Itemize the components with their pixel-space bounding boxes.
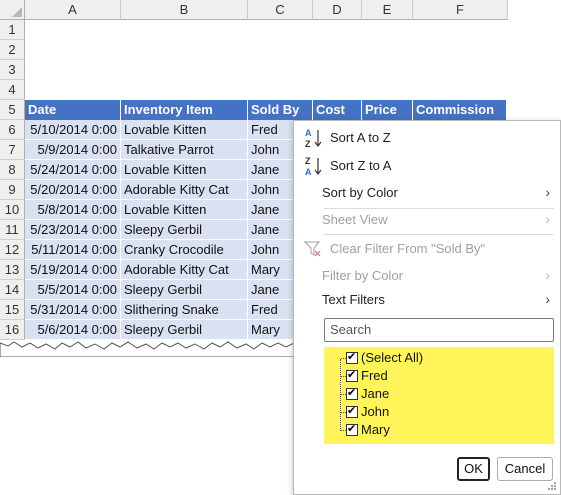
filter-by-color-label: Filter by Color xyxy=(322,268,403,283)
table-cell[interactable]: 5/20/2014 0:00 xyxy=(25,180,121,200)
tree-line xyxy=(340,359,341,431)
filter-item-label[interactable]: Mary xyxy=(361,422,390,437)
table-header-cell[interactable]: Commission xyxy=(413,100,507,120)
filter-item-label[interactable]: (Select All) xyxy=(361,350,423,365)
filter-item-label[interactable]: John xyxy=(361,404,389,419)
table-cell[interactable]: Adorable Kitty Cat xyxy=(121,180,248,200)
column-header[interactable]: C xyxy=(248,0,313,20)
column-header[interactable]: D xyxy=(313,0,362,20)
table-cell[interactable]: 5/8/2014 0:00 xyxy=(25,200,121,220)
column-header[interactable]: B xyxy=(121,0,248,20)
column-header[interactable]: F xyxy=(413,0,508,20)
table-cell[interactable]: 5/19/2014 0:00 xyxy=(25,260,121,280)
row-header[interactable]: 15 xyxy=(0,300,25,320)
table-header-cell[interactable]: Date xyxy=(25,100,121,120)
sheet-view-label: Sheet View xyxy=(322,212,388,227)
table-cell[interactable]: 5/11/2014 0:00 xyxy=(25,240,121,260)
checkbox-checked-icon[interactable] xyxy=(346,350,358,364)
table-cell[interactable]: 5/10/2014 0:00 xyxy=(25,120,121,140)
table-header-cell[interactable]: Sold By xyxy=(248,100,313,120)
table-cell[interactable]: Adorable Kitty Cat xyxy=(121,260,248,280)
column-header[interactable]: E xyxy=(362,0,413,20)
checkbox-checked-icon[interactable] xyxy=(346,368,358,382)
row-header[interactable]: 12 xyxy=(0,240,25,260)
menu-separator xyxy=(324,234,554,235)
sort-a-to-z-label: Sort A to Z xyxy=(330,130,391,145)
filter-item-label[interactable]: Jane xyxy=(361,386,389,401)
row-header[interactable]: 6 xyxy=(0,120,25,140)
table-cell[interactable]: Lovable Kitten xyxy=(121,200,248,220)
text-filters-label: Text Filters xyxy=(322,292,385,307)
svg-text:A: A xyxy=(305,167,312,177)
table-header-cell[interactable]: Inventory Item xyxy=(121,100,248,120)
resize-grip-icon[interactable] xyxy=(547,481,557,491)
row-header[interactable]: 14 xyxy=(0,280,25,300)
row-header[interactable]: 10 xyxy=(0,200,25,220)
clear-filter-item: Clear Filter From "Sold By" xyxy=(294,236,560,262)
row-header[interactable]: 8 xyxy=(0,160,25,180)
sort-z-to-a-icon: ZA xyxy=(304,155,324,177)
table-cell[interactable]: 5/9/2014 0:00 xyxy=(25,140,121,160)
search-input[interactable]: Search xyxy=(324,318,554,342)
sort-by-color-label: Sort by Color xyxy=(322,185,398,200)
table-header-cell[interactable]: Cost xyxy=(313,100,362,120)
cancel-button[interactable]: Cancel xyxy=(497,457,553,481)
row-header[interactable]: 7 xyxy=(0,140,25,160)
table-cell[interactable]: 5/23/2014 0:00 xyxy=(25,220,121,240)
svg-text:Z: Z xyxy=(305,139,311,149)
filter-values-list: (Select All) Fred Jane John Mary xyxy=(324,347,554,444)
table-cell[interactable]: 5/24/2014 0:00 xyxy=(25,160,121,180)
table-cell[interactable]: 5/5/2014 0:00 xyxy=(25,280,121,300)
filter-dropdown-menu: AZ Sort A to Z ZA Sort Z to A Sort by Co… xyxy=(293,120,561,495)
checkbox-checked-icon[interactable] xyxy=(346,404,358,418)
chevron-right-icon: › xyxy=(545,184,550,200)
table-cell[interactable]: Sleepy Gerbil xyxy=(121,280,248,300)
sort-a-to-z-icon: AZ xyxy=(304,127,324,149)
checkbox-checked-icon[interactable] xyxy=(346,422,358,436)
column-header[interactable]: A xyxy=(25,0,121,20)
row-header[interactable]: 4 xyxy=(0,80,25,100)
row-header[interactable]: 11 xyxy=(0,220,25,240)
torn-edge xyxy=(0,341,300,357)
svg-text:Z: Z xyxy=(305,156,311,166)
sheet-view-item: Sheet View › xyxy=(294,207,560,233)
table-cell[interactable]: Lovable Kitten xyxy=(121,120,248,140)
clear-filter-icon xyxy=(303,240,322,261)
row-header[interactable]: 3 xyxy=(0,60,25,80)
sort-by-color-item[interactable]: Sort by Color › xyxy=(294,180,560,206)
table-cell[interactable]: Slithering Snake xyxy=(121,300,248,320)
filter-item-label[interactable]: Fred xyxy=(361,368,388,383)
row-header[interactable]: 5 xyxy=(0,100,25,120)
ok-button[interactable]: OK xyxy=(457,457,490,481)
chevron-right-icon: › xyxy=(545,267,550,283)
row-header[interactable]: 13 xyxy=(0,260,25,280)
row-header[interactable]: 2 xyxy=(0,40,25,60)
chevron-right-icon: › xyxy=(545,211,550,227)
table-cell[interactable]: 5/31/2014 0:00 xyxy=(25,300,121,320)
table-cell[interactable]: Sleepy Gerbil xyxy=(121,220,248,240)
sort-a-to-z-item[interactable]: AZ Sort A to Z xyxy=(294,125,560,151)
svg-text:A: A xyxy=(305,128,312,138)
row-header[interactable]: 1 xyxy=(0,20,25,40)
table-cell[interactable]: Cranky Crocodile xyxy=(121,240,248,260)
chevron-right-icon: › xyxy=(545,291,550,307)
select-all-corner[interactable] xyxy=(0,0,25,20)
filter-by-color-item: Filter by Color › xyxy=(294,263,560,289)
text-filters-item[interactable]: Text Filters › xyxy=(294,287,560,313)
table-header-cell[interactable]: Price xyxy=(362,100,413,120)
sort-z-to-a-item[interactable]: ZA Sort Z to A xyxy=(294,153,560,179)
table-cell[interactable]: Talkative Parrot xyxy=(121,140,248,160)
row-header[interactable]: 9 xyxy=(0,180,25,200)
sort-z-to-a-label: Sort Z to A xyxy=(330,158,392,173)
table-cell[interactable]: Lovable Kitten xyxy=(121,160,248,180)
clear-filter-label: Clear Filter From "Sold By" xyxy=(330,241,486,256)
checkbox-checked-icon[interactable] xyxy=(346,386,358,400)
